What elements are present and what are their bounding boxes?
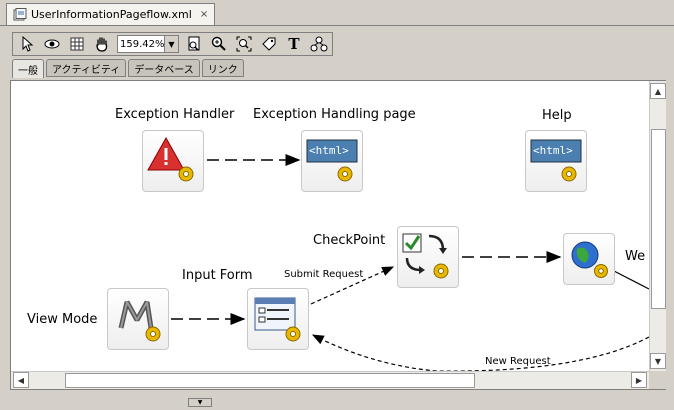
- node-exception-page[interactable]: <html>: [301, 130, 363, 192]
- tab-database[interactable]: データベース: [128, 59, 200, 77]
- html-badge: <html>: [309, 144, 349, 157]
- scroll-left-button[interactable]: ◀: [13, 372, 29, 388]
- node-label-help: Help: [542, 108, 572, 123]
- node-checkpoint[interactable]: [397, 226, 459, 288]
- chevron-down-icon[interactable]: ▼: [164, 36, 178, 52]
- node-exception-handler[interactable]: [142, 130, 204, 192]
- select-icon[interactable]: [17, 34, 37, 54]
- warning-icon: [147, 136, 194, 182]
- node-label-view-mode: View Mode: [27, 312, 98, 327]
- form-icon: [254, 297, 301, 342]
- file-tab-title: UserInformationPageflow.xml: [31, 8, 192, 21]
- tag-icon[interactable]: [259, 34, 279, 54]
- pageflow-diagram: Exception Handler Exception Handling pag…: [10, 80, 666, 390]
- diagram-canvas[interactable]: Exception Handler Exception Handling pag…: [11, 81, 649, 371]
- node-label-exception-handler: Exception Handler: [115, 107, 235, 122]
- tab-link[interactable]: リンク: [201, 59, 244, 77]
- zoom-fit-icon[interactable]: [234, 34, 254, 54]
- zoom-input[interactable]: [118, 36, 164, 52]
- vertical-scroll-thumb[interactable]: [651, 129, 666, 309]
- node-web[interactable]: [563, 233, 615, 285]
- page-icon[interactable]: [184, 34, 204, 54]
- node-label-exception-page: Exception Handling page: [253, 107, 416, 122]
- text-tool-glyph: T: [288, 35, 300, 53]
- eye-icon[interactable]: [42, 34, 62, 54]
- scroll-up-button[interactable]: ▲: [650, 83, 666, 99]
- node-label-web: We: [625, 249, 646, 264]
- palette-tabs: 一般 アクティビティ データベース リンク: [12, 59, 244, 78]
- tab-activity[interactable]: アクティビティ: [46, 59, 127, 77]
- checkpoint-icon: [402, 233, 449, 279]
- hand-icon[interactable]: [92, 34, 112, 54]
- zoom-in-icon[interactable]: [209, 34, 229, 54]
- zoom-combo[interactable]: ▼: [117, 35, 179, 53]
- editor-tab-strip: UserInformationPageflow.xml ×: [0, 0, 674, 26]
- text-icon[interactable]: T: [284, 34, 304, 54]
- vertical-scrollbar[interactable]: ▲ ▼: [649, 81, 666, 371]
- panel-collapse-handle[interactable]: ▼: [188, 398, 212, 407]
- node-label-checkpoint: CheckPoint: [313, 233, 386, 248]
- module-icon: [118, 300, 161, 342]
- tab-general[interactable]: 一般: [12, 59, 44, 78]
- close-icon[interactable]: ×: [200, 9, 208, 20]
- html-page-icon: [530, 139, 582, 182]
- html-badge: <html>: [533, 144, 573, 157]
- edge-label-new-request: New Request: [485, 356, 551, 367]
- html-page-icon: [306, 139, 358, 182]
- connector-new-request: [311, 334, 649, 371]
- divider: [0, 25, 674, 26]
- horizontal-scroll-thumb[interactable]: [65, 373, 475, 388]
- file-tab[interactable]: UserInformationPageflow.xml ×: [6, 3, 216, 25]
- scroll-down-button[interactable]: ▼: [650, 353, 666, 369]
- edge-label-submit-request: Submit Request: [284, 269, 364, 280]
- node-input-form[interactable]: [247, 288, 309, 350]
- node-help[interactable]: <html>: [525, 130, 587, 192]
- diagram-toolbar: ▼ T: [12, 32, 333, 56]
- grid-icon[interactable]: [67, 34, 87, 54]
- node-label-input-form: Input Form: [182, 268, 253, 283]
- xml-file-icon: [13, 7, 27, 22]
- node-icon[interactable]: [309, 34, 329, 54]
- node-view-mode[interactable]: [107, 288, 169, 350]
- scroll-right-button[interactable]: ▶: [631, 372, 647, 388]
- scroll-corner: [649, 371, 666, 389]
- globe-icon: [571, 241, 608, 278]
- horizontal-scrollbar[interactable]: ◀ ▶: [11, 371, 649, 389]
- connector-web-out: [613, 270, 649, 290]
